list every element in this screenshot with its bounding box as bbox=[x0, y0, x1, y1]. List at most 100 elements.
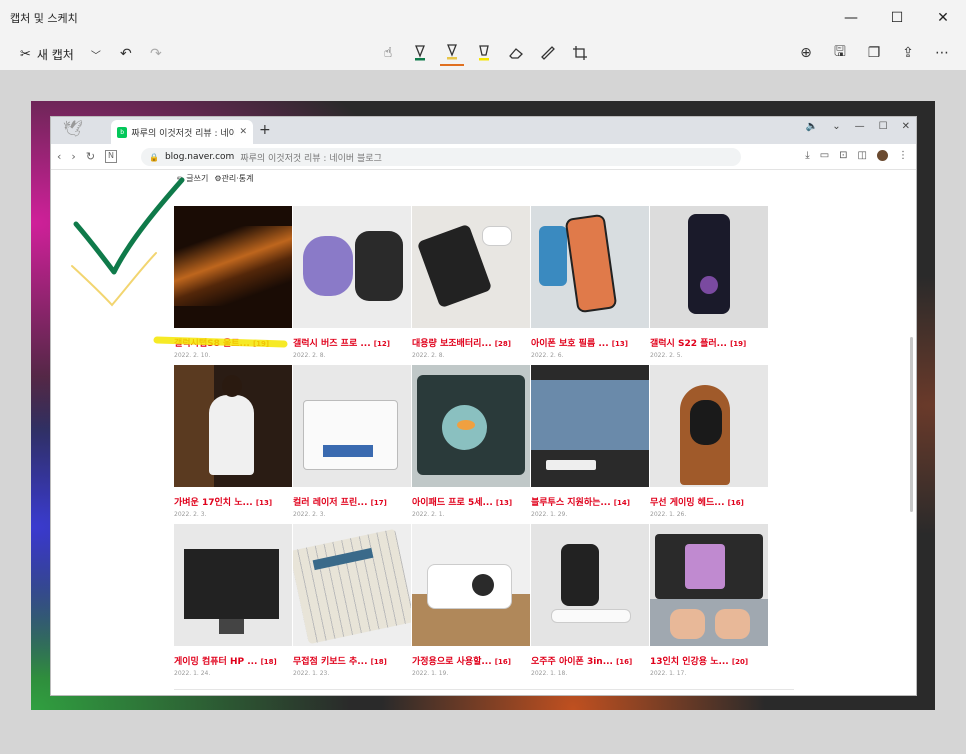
share-icon[interactable]: ⇪ bbox=[896, 41, 920, 65]
post-thumbnail[interactable] bbox=[650, 206, 768, 328]
post-card[interactable]: 아이폰 보호 필름 ... [13] 2022. 2. 6. bbox=[531, 206, 649, 365]
post-card[interactable]: 게이밍 컴퓨터 HP ... [18] 2022. 1. 24. bbox=[174, 524, 292, 683]
post-card[interactable]: 가정용으로 사용할... [16] 2022. 1. 19. bbox=[412, 524, 530, 683]
menu-icon[interactable]: ⋮ bbox=[898, 150, 908, 161]
snip-sketch-window: 캡처 및 스케치 — ☐ ✕ ✂ 새 캡처 ﹀ ↶ ↷ ☝ ⊕ 🖫 ❐ ⇪ ⋯ … bbox=[0, 0, 966, 754]
cast-icon[interactable]: ▭ bbox=[820, 150, 829, 161]
post-card[interactable]: 컬러 레이저 프린... [17] 2022. 2. 3. bbox=[293, 365, 411, 524]
post-thumbnail[interactable] bbox=[412, 206, 530, 328]
highlighter-icon[interactable] bbox=[472, 40, 496, 66]
post-thumbnail[interactable] bbox=[412, 524, 530, 646]
forward-icon[interactable]: › bbox=[71, 150, 75, 163]
screenshot-icon[interactable]: ⊡ bbox=[839, 150, 847, 161]
post-title[interactable]: 가벼운 17인치 노... [13] bbox=[174, 495, 292, 508]
post-title[interactable]: 블루투스 지원하는... [14] bbox=[531, 495, 649, 508]
post-card[interactable]: 가벼운 17인치 노... [13] 2022. 2. 3. bbox=[174, 365, 292, 524]
touch-writing-icon[interactable]: ☝ bbox=[376, 40, 400, 66]
post-title[interactable]: 무선 게이밍 헤드... [16] bbox=[650, 495, 768, 508]
reload-icon[interactable]: ↻ bbox=[86, 150, 95, 163]
post-title[interactable]: 게이밍 컴퓨터 HP ... [18] bbox=[174, 654, 292, 667]
post-card[interactable]: 갤럭시 S22 플러... [19] 2022. 2. 5. bbox=[650, 206, 768, 365]
url-bar[interactable]: 🔒 blog.naver.com 짜루의 이것저것 리뷰 : 네이버 블로그 bbox=[141, 148, 741, 166]
new-snip-button[interactable]: ✂ 새 캡처 bbox=[16, 44, 78, 65]
bird-logo-icon: 🕊 bbox=[63, 119, 84, 138]
maximize-icon[interactable]: ☐ bbox=[879, 121, 888, 132]
post-thumbnail[interactable] bbox=[293, 365, 411, 487]
manage-link[interactable]: ⚙관리·통계 bbox=[214, 173, 253, 184]
download-icon[interactable]: ⤓ bbox=[805, 150, 809, 161]
post-thumbnail[interactable] bbox=[650, 524, 768, 646]
post-card[interactable]: 무선 게이밍 헤드... [16] 2022. 1. 26. bbox=[650, 365, 768, 524]
ruler-icon[interactable] bbox=[536, 40, 560, 66]
post-card[interactable]: 무접점 키보드 추... [18] 2022. 1. 23. bbox=[293, 524, 411, 683]
post-title-text: 갤럭시 버즈 프로 ... bbox=[293, 339, 371, 349]
post-thumbnail[interactable] bbox=[174, 524, 292, 646]
captured-screenshot: 🕊 b 짜루의 이것저것 리뷰 : 네이버 ✕ + 🔈 ⌄ — ☐ ✕ ‹ › … bbox=[31, 101, 935, 710]
url-path: 짜루의 이것저것 리뷰 : 네이버 블로그 bbox=[240, 153, 382, 164]
new-tab-icon[interactable]: + bbox=[259, 122, 271, 138]
crop-icon[interactable] bbox=[568, 40, 592, 66]
post-thumbnail[interactable] bbox=[174, 365, 292, 487]
scrollbar[interactable] bbox=[910, 337, 913, 512]
redo-icon[interactable]: ↷ bbox=[144, 42, 168, 66]
post-title[interactable]: 무접점 키보드 추... [18] bbox=[293, 654, 411, 667]
undo-icon[interactable]: ↶ bbox=[114, 42, 138, 66]
post-title[interactable]: 갤럭시 버즈 프로 ... [12] bbox=[293, 336, 411, 349]
post-title[interactable]: 갤럭시 S22 플러... [19] bbox=[650, 336, 768, 349]
post-card[interactable]: 아이패드 프로 5세... [13] 2022. 2. 1. bbox=[412, 365, 530, 524]
sidebar-icon[interactable]: ◫ bbox=[858, 150, 867, 161]
tab-close-icon[interactable]: ✕ bbox=[239, 127, 247, 137]
post-date: 2022. 2. 6. bbox=[531, 352, 564, 359]
browser-tab[interactable]: b 짜루의 이것저것 리뷰 : 네이버 ✕ bbox=[111, 120, 253, 144]
naver-home-icon[interactable]: N bbox=[105, 150, 118, 163]
post-thumbnail[interactable] bbox=[531, 524, 649, 646]
post-title[interactable]: 13인치 인강용 노... [20] bbox=[650, 654, 768, 667]
post-card[interactable]: 갤럭시 버즈 프로 ... [12] 2022. 2. 8. bbox=[293, 206, 411, 365]
post-thumbnail[interactable] bbox=[293, 206, 411, 328]
post-title[interactable]: 대용량 보조배터리... [28] bbox=[412, 336, 530, 349]
captured-browser-window: 🕊 b 짜루의 이것저것 리뷰 : 네이버 ✕ + 🔈 ⌄ — ☐ ✕ ‹ › … bbox=[50, 116, 917, 696]
avatar[interactable] bbox=[877, 150, 888, 161]
post-title[interactable]: 아이패드 프로 5세... [13] bbox=[412, 495, 530, 508]
post-card[interactable]: 대용량 보조배터리... [28] 2022. 2. 8. bbox=[412, 206, 530, 365]
more-icon[interactable]: ⋯ bbox=[930, 41, 954, 65]
write-link[interactable]: ✏ 글쓰기 bbox=[177, 173, 208, 184]
chevron-down-icon[interactable]: ⌄ bbox=[832, 121, 840, 132]
minimize-icon[interactable]: — bbox=[828, 0, 874, 36]
post-card[interactable]: 오주주 아이폰 3in... [16] 2022. 1. 18. bbox=[531, 524, 649, 683]
post-title[interactable]: 컬러 레이저 프린... [17] bbox=[293, 495, 411, 508]
chevron-down-icon[interactable]: ﹀ bbox=[84, 42, 108, 66]
post-title[interactable]: 오주주 아이폰 3in... [16] bbox=[531, 654, 649, 667]
post-thumbnail[interactable] bbox=[650, 365, 768, 487]
maximize-icon[interactable]: ☐ bbox=[874, 0, 920, 36]
post-card[interactable]: 갤럭시탭S8 울트... [19] 2022. 2. 10. bbox=[174, 206, 292, 365]
comment-count: [13] bbox=[495, 499, 513, 507]
post-thumbnail[interactable] bbox=[531, 365, 649, 487]
copy-icon[interactable]: ❐ bbox=[862, 41, 886, 65]
post-title[interactable]: 아이폰 보호 필름 ... [13] bbox=[531, 336, 649, 349]
close-icon[interactable]: ✕ bbox=[902, 121, 910, 132]
toolbar: ✂ 새 캡처 ﹀ ↶ ↷ ☝ ⊕ 🖫 ❐ ⇪ ⋯ bbox=[0, 36, 966, 70]
minimize-icon[interactable]: — bbox=[855, 121, 865, 132]
post-grid: 갤럭시탭S8 울트... [19] 2022. 2. 10. 갤럭시 버즈 프로 .… bbox=[174, 206, 772, 683]
eraser-icon[interactable] bbox=[504, 40, 528, 66]
write-link-label: 글쓰기 bbox=[186, 174, 209, 183]
pencil-icon[interactable] bbox=[440, 40, 464, 66]
post-thumbnail[interactable] bbox=[531, 206, 649, 328]
post-card[interactable]: 블루투스 지원하는... [14] 2022. 1. 29. bbox=[531, 365, 649, 524]
save-icon[interactable]: 🖫 bbox=[828, 41, 852, 65]
post-title[interactable]: 갤럭시탭S8 울트... [19] bbox=[174, 336, 292, 349]
zoom-icon[interactable]: ⊕ bbox=[794, 41, 818, 65]
back-icon[interactable]: ‹ bbox=[57, 150, 61, 163]
post-thumbnail[interactable] bbox=[412, 365, 530, 487]
post-thumbnail[interactable] bbox=[174, 206, 292, 328]
ballpoint-pen-icon[interactable] bbox=[408, 40, 432, 66]
post-thumbnail[interactable] bbox=[293, 524, 411, 646]
post-card[interactable]: 13인치 인강용 노... [20] 2022. 1. 17. bbox=[650, 524, 768, 683]
post-title[interactable]: 가정용으로 사용할... [16] bbox=[412, 654, 530, 667]
close-icon[interactable]: ✕ bbox=[920, 0, 966, 36]
post-title-text: 블루투스 지원하는... bbox=[531, 498, 611, 508]
volume-icon[interactable]: 🔈 bbox=[806, 121, 818, 132]
post-date: 2022. 1. 26. bbox=[650, 511, 687, 518]
comment-count: [19] bbox=[730, 340, 747, 348]
